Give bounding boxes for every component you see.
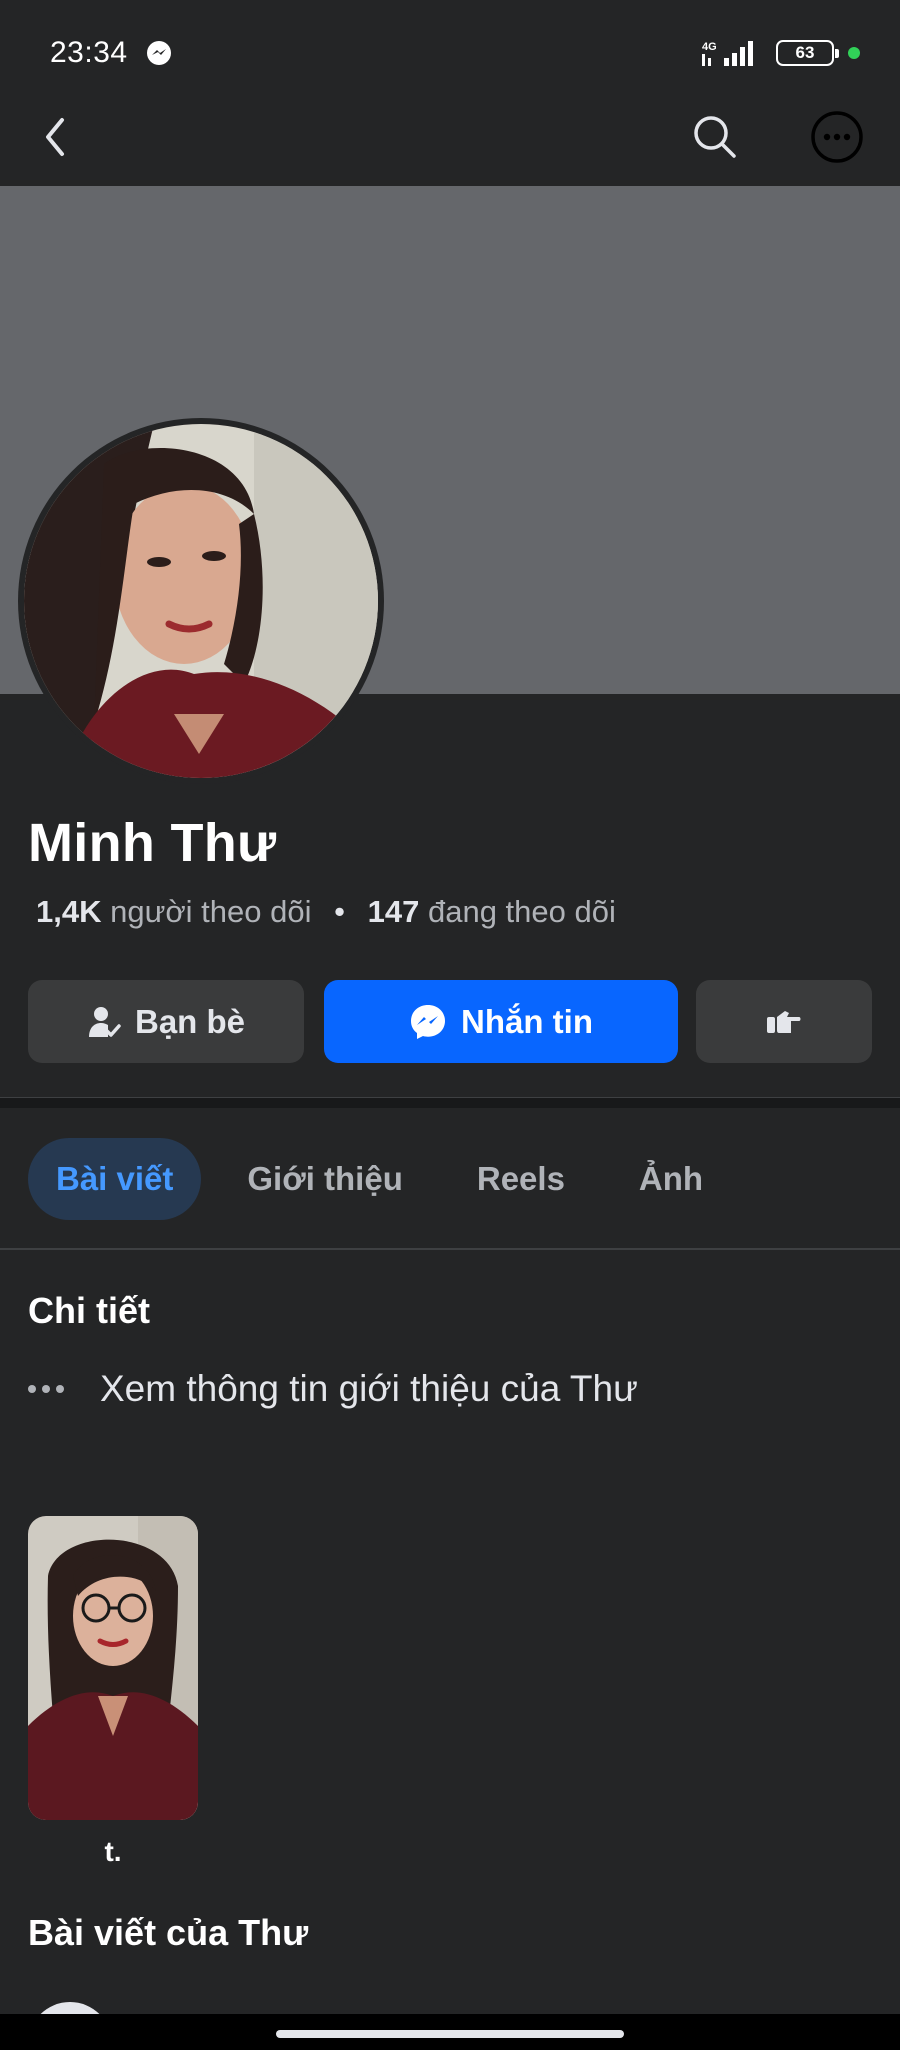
stats-separator: •	[334, 894, 345, 929]
about-link-text: Xem thông tin giới thiệu của Thư	[100, 1368, 638, 1409]
followers-label[interactable]: người theo dõi	[110, 894, 311, 929]
followers-count[interactable]: 1,4K	[36, 894, 101, 929]
section-divider	[0, 1098, 900, 1108]
profile-tabs: Bài viết Giới thiệu Reels Ảnh	[28, 1138, 749, 1220]
featured-story-label: t.	[104, 1836, 122, 1867]
status-bar: 23:34 4G 63	[0, 0, 900, 108]
posts-title: Bài viết của Thư	[28, 1912, 309, 1953]
network-type: 4G	[702, 41, 717, 53]
featured-story-image	[28, 1516, 198, 1820]
status-indicators: 4G 63	[700, 38, 860, 68]
messenger-notification-icon	[147, 41, 171, 65]
profile-page: 23:34 4G 63 Minh Thư 1,4K người theo dõi…	[0, 0, 900, 2050]
avatar-image	[24, 424, 378, 778]
more-actions-button[interactable]	[696, 980, 872, 1063]
back-icon[interactable]	[36, 110, 76, 164]
message-button-label: Nhắn tin	[461, 1002, 593, 1040]
tab-posts[interactable]: Bài viết	[28, 1138, 202, 1220]
profile-avatar[interactable]	[18, 418, 384, 784]
message-button[interactable]: Nhắn tin	[324, 980, 678, 1063]
avatar-photo	[24, 424, 378, 778]
tab-photos[interactable]: Ảnh	[611, 1138, 731, 1220]
details-title: Chi tiết	[28, 1290, 150, 1331]
tab-reels[interactable]: Reels	[449, 1138, 593, 1220]
home-indicator[interactable]	[276, 2030, 624, 2038]
following-label[interactable]: đang theo dõi	[428, 894, 616, 929]
signal-icon: 4G	[702, 41, 753, 66]
profile-name: Minh Thư	[28, 813, 277, 873]
status-time: 23:34	[50, 36, 128, 69]
poke-hand-icon	[767, 1010, 801, 1033]
messenger-icon	[411, 1004, 445, 1039]
tabs-divider	[0, 1248, 900, 1250]
friends-button-label: Bạn bè	[134, 1002, 246, 1040]
friends-button[interactable]: Bạn bè	[28, 980, 304, 1063]
about-link-row[interactable]: Xem thông tin giới thiệu của Thư	[28, 1368, 638, 1410]
search-icon[interactable]	[690, 112, 740, 162]
more-dots-icon	[28, 1385, 76, 1393]
friend-check-icon	[88, 1006, 121, 1037]
featured-story-card[interactable]	[28, 1516, 198, 1820]
privacy-indicator-dot	[848, 47, 860, 59]
tab-about[interactable]: Giới thiệu	[219, 1138, 430, 1220]
follow-stats: 1,4K người theo dõi • 147 đang theo dõi	[36, 894, 616, 930]
battery-level: 63	[795, 43, 815, 62]
more-options-icon[interactable]	[810, 110, 864, 164]
battery-icon: 63	[776, 40, 839, 66]
following-count[interactable]: 147	[368, 894, 420, 929]
